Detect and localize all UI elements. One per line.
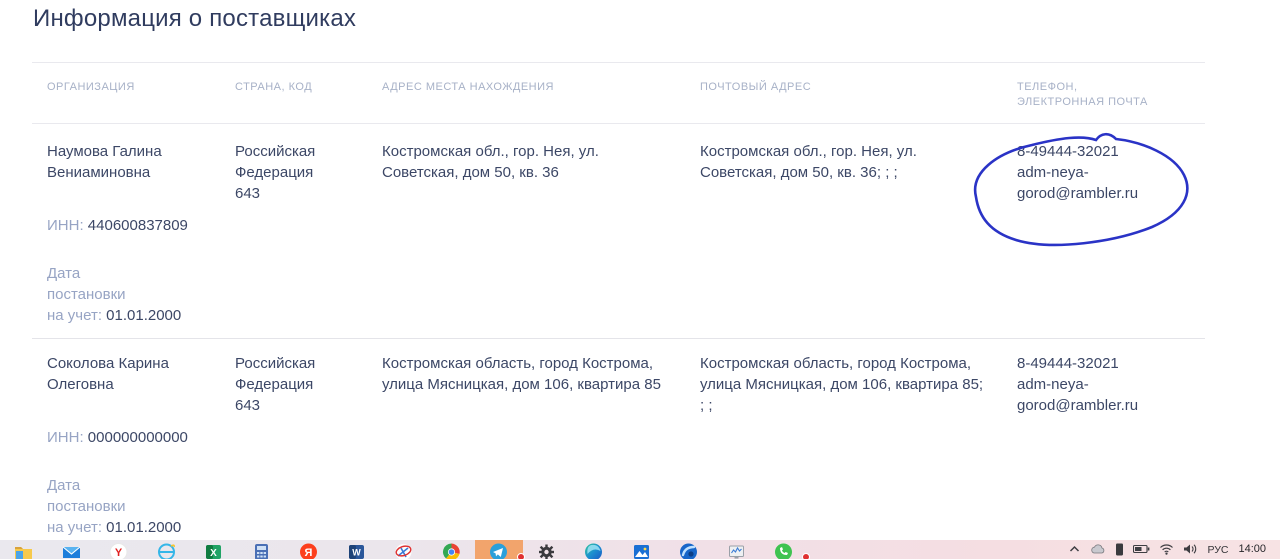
settings-gear-icon[interactable]	[523, 540, 571, 559]
supplier-name: Соколова Карина Олеговна	[47, 355, 169, 393]
column-header-phone-email: ТЕЛЕФОН, ЭЛЕКТРОННАЯ ПОЧТА	[1017, 81, 1148, 108]
taskbar: Y X Я W РУС 14:00	[0, 540, 1280, 559]
country-cell: Российская Федерация 643	[235, 355, 316, 414]
taskbar-icons: Y X Я W	[0, 540, 810, 559]
supplier-inn: ИНН: 440600837809	[47, 217, 188, 234]
table-row: Соколова Карина Олеговна ИНН: 0000000000…	[32, 353, 1205, 538]
calculator-icon[interactable]	[238, 540, 286, 559]
internet-explorer-icon[interactable]	[143, 540, 191, 559]
photos-icon[interactable]	[618, 540, 666, 559]
svg-text:Я: Я	[305, 547, 313, 559]
page-title: Информация о поставщиках	[33, 5, 357, 32]
row-divider	[32, 338, 1205, 339]
postal-address-cell: Костромская область, город Кострома, ули…	[700, 355, 984, 414]
battery-icon[interactable]	[1133, 543, 1150, 555]
whatsapp-icon[interactable]	[760, 540, 810, 559]
table-header-row: ОРГАНИЗАЦИЯ СТРАНА, КОД АДРЕС МЕСТА НАХО…	[32, 80, 1205, 110]
system-tray: РУС 14:00	[1068, 540, 1280, 559]
address-cell: Костромская обл., гор. Нея, ул. Советска…	[382, 143, 599, 181]
excel-icon[interactable]: X	[190, 540, 238, 559]
wifi-icon[interactable]	[1159, 543, 1174, 555]
browser-blue-icon[interactable]	[665, 540, 713, 559]
table-top-divider	[32, 62, 1205, 63]
phone-device-icon[interactable]	[1115, 543, 1124, 556]
chrome-icon[interactable]	[428, 540, 476, 559]
supplier-name: Наумова Галина Вениаминовна	[47, 143, 162, 181]
column-header-address: АДРЕС МЕСТА НАХОЖДЕНИЯ	[382, 81, 554, 93]
tray-chevron-up-icon[interactable]	[1068, 543, 1081, 556]
table-row: Наумова Галина Вениаминовна ИНН: 4406008…	[32, 141, 1205, 326]
whatsapp-notification-badge	[801, 553, 810, 559]
supplier-email: adm-neya-gorod@rambler.ru	[1017, 164, 1139, 202]
country-cell: Российская Федерация 643	[235, 143, 316, 202]
blocked-app-icon[interactable]	[380, 540, 428, 559]
word-icon[interactable]: W	[333, 540, 381, 559]
svg-text:W: W	[352, 548, 361, 558]
mail-icon[interactable]	[48, 540, 96, 559]
svg-text:Y: Y	[115, 547, 123, 559]
clock[interactable]: 14:00	[1238, 543, 1266, 555]
telegram-icon[interactable]	[475, 540, 525, 559]
supplier-phone: 8-49444-32021	[1017, 143, 1119, 160]
table-header-divider	[32, 123, 1205, 124]
supplier-inn: ИНН: 000000000000	[47, 429, 188, 446]
edge-icon[interactable]	[570, 540, 618, 559]
suppliers-page: Информация о поставщиках ОРГАНИЗАЦИЯ СТР…	[0, 0, 1280, 559]
address-cell: Костромская область, город Кострома, ули…	[382, 355, 661, 393]
supplier-phone: 8-49444-32021	[1017, 355, 1119, 372]
supplier-email: adm-neya-gorod@rambler.ru	[1017, 376, 1139, 414]
task-manager-icon[interactable]	[713, 540, 761, 559]
yandex-search-icon[interactable]: Я	[285, 540, 333, 559]
registration-date: Дата постановки на учет: 01.01.2000	[47, 265, 182, 324]
postal-address-cell: Костромская обл., гор. Нея, ул. Советска…	[700, 143, 917, 181]
column-header-organization: ОРГАНИЗАЦИЯ	[47, 81, 135, 93]
onedrive-cloud-icon[interactable]	[1090, 543, 1106, 556]
column-header-country: СТРАНА, КОД	[235, 81, 313, 93]
registration-date: Дата постановки на учет: 01.01.2000	[47, 477, 182, 536]
organization-cell: Соколова Карина Олеговна ИНН: 0000000000…	[47, 353, 222, 538]
phone-email-cell: 8-49444-32021 adm-neya-gorod@rambler.ru	[1017, 353, 1189, 538]
language-indicator[interactable]: РУС	[1207, 543, 1228, 556]
file-explorer-icon[interactable]	[0, 540, 48, 559]
svg-text:X: X	[210, 548, 217, 559]
yandex-browser-icon[interactable]: Y	[95, 540, 143, 559]
phone-email-cell: 8-49444-32021 adm-neya-gorod@rambler.ru	[1017, 141, 1189, 326]
column-header-postal: ПОЧТОВЫЙ АДРЕС	[700, 81, 812, 93]
volume-icon[interactable]	[1183, 543, 1198, 555]
organization-cell: Наумова Галина Вениаминовна ИНН: 4406008…	[47, 141, 222, 326]
